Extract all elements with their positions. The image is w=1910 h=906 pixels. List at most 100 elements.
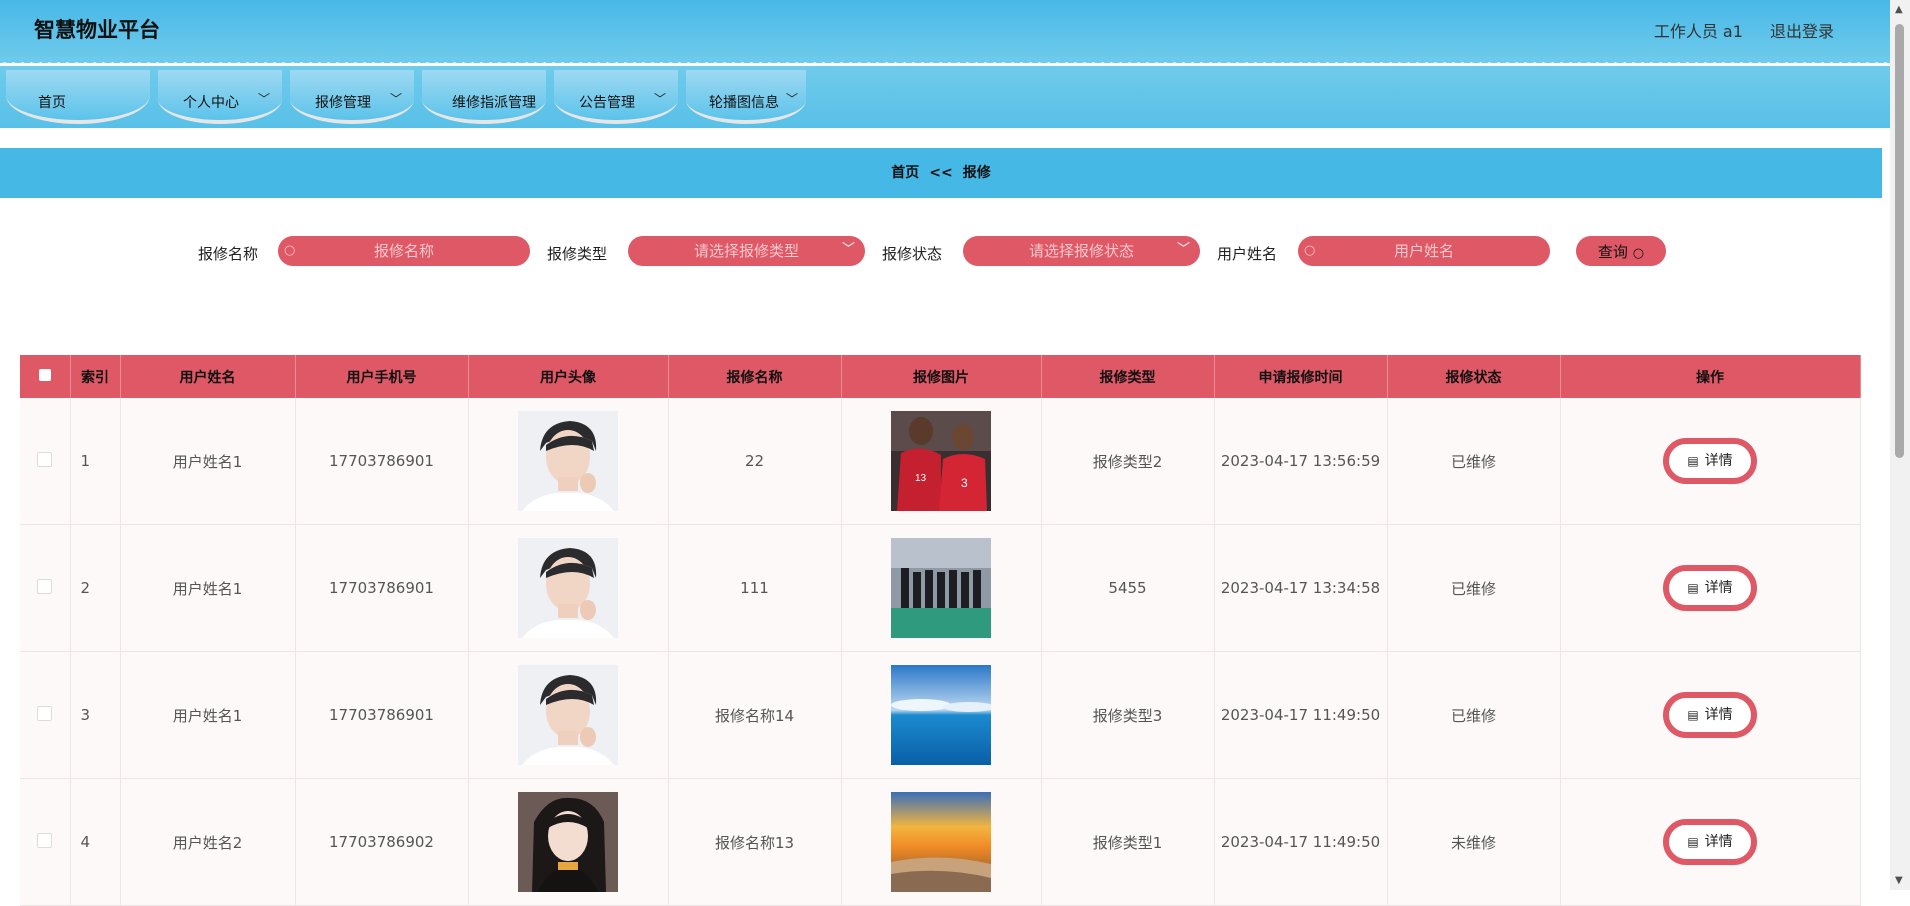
row-index: 2 [70,524,121,652]
svg-text:13: 13 [915,473,927,484]
row-index: 3 [70,651,121,779]
row-checkbox[interactable] [20,651,71,779]
column-header: 用户手机号 [295,355,469,398]
logout-button[interactable]: 退出登录 [1770,22,1834,41]
search-icon: ○ [1632,246,1645,261]
nav-home[interactable]: 首页 [6,70,150,124]
nav-home-label: 首页 [38,95,66,111]
search-name-label: 报修名称 [198,245,259,263]
document-icon: ▤ [1687,708,1699,722]
avatar-cell [468,524,669,652]
search-status-select[interactable]: 请选择报修状态 ﹀ [963,236,1200,266]
chevron-down-icon: ﹀ [785,92,798,106]
nav-notice[interactable]: 公告管理 ﹀ [554,70,678,124]
row-status: 已维修 [1387,398,1561,525]
avatar [518,538,618,638]
row-status: 已维修 [1387,524,1561,652]
row-checkbox[interactable] [20,778,71,906]
image-cell [841,524,1042,652]
search-type-placeholder: 请选择报修类型 [693,242,799,260]
select-all-checkbox[interactable] [20,355,71,398]
table-row: 3 用户姓名1 17703786901 报修名称14 报修类型3 2023-04… [20,651,1861,779]
nav-repair[interactable]: 报修管理 ﹀ [290,70,414,124]
detail-button[interactable]: ▤ 详情 [1663,819,1757,865]
user-info: 工作人员 a1 退出登录 [1632,18,1834,42]
column-header: 用户姓名 [120,355,296,398]
image-cell [841,778,1042,906]
row-type: 报修类型1 [1041,778,1215,906]
breadcrumb: 首页 << 报修 [0,148,1882,198]
query-label: 查询 [1597,243,1628,261]
action-cell: ▤ 详情 [1560,398,1861,525]
row-phone: 17703786902 [295,778,469,906]
nav-carousel[interactable]: 轮播图信息 ﹀ [686,70,806,124]
current-user: 工作人员 a1 [1653,22,1743,41]
row-status: 已维修 [1387,651,1561,779]
document-icon: ▤ [1687,454,1699,468]
row-phone: 17703786901 [295,398,469,525]
row-time: 2023-04-17 13:56:59 [1214,398,1388,525]
detail-button[interactable]: ▤ 详情 [1663,438,1757,484]
avatar-cell [468,778,669,906]
row-index: 4 [70,778,121,906]
row-checkbox[interactable] [20,524,71,652]
repair-image [891,538,991,638]
action-cell: ▤ 详情 [1560,651,1861,779]
search-name-input[interactable]: ○ 报修名称 [278,236,530,266]
row-type: 报修类型3 [1041,651,1215,779]
avatar-cell [468,651,669,779]
detail-button[interactable]: ▤ 详情 [1663,565,1757,611]
action-cell: ▤ 详情 [1560,524,1861,652]
row-name: 报修名称13 [668,778,842,906]
row-name: 111 [668,524,842,652]
row-type: 5455 [1041,524,1215,652]
nav-personal[interactable]: 个人中心 ﹀ [158,70,282,124]
breadcrumb-separator: << [929,165,953,181]
image-cell: 13 3 [841,398,1042,525]
document-icon: ▤ [1687,581,1699,595]
row-user: 用户姓名1 [120,398,296,525]
nav-dispatch-label: 维修指派管理 [452,95,536,111]
detail-label: 详情 [1704,834,1733,850]
top-header: 智慧物业平台 工作人员 a1 退出登录 [0,0,1890,63]
search-status-placeholder: 请选择报修状态 [1028,242,1134,260]
nav-dispatch[interactable]: 维修指派管理 [422,70,546,124]
row-user: 用户姓名2 [120,778,296,906]
table-header-row: 索引 用户姓名 用户手机号 用户头像 报修名称 报修图片 报修类型 申请报修时间… [20,355,1861,398]
detail-label: 详情 [1704,453,1733,469]
breadcrumb-home[interactable]: 首页 [891,165,919,181]
avatar [518,665,618,765]
avatar [518,411,618,511]
scroll-down-arrow-icon[interactable]: ▼ [1895,875,1903,886]
chevron-down-icon: ﹀ [1176,242,1190,257]
column-header: 用户头像 [468,355,669,398]
avatar [518,792,618,892]
row-type: 报修类型2 [1041,398,1215,525]
detail-button[interactable]: ▤ 详情 [1663,692,1757,738]
row-checkbox[interactable] [20,398,71,525]
column-header: 报修状态 [1387,355,1561,398]
avatar-cell [468,398,669,525]
scroll-thumb[interactable] [1895,24,1904,458]
detail-label: 详情 [1704,707,1733,723]
column-header: 申请报修时间 [1214,355,1388,398]
column-header: 操作 [1560,355,1861,398]
search-user-input[interactable]: ○ 用户姓名 [1298,236,1550,266]
chevron-down-icon: ﹀ [389,92,402,106]
column-header: 报修图片 [841,355,1042,398]
search-icon: ○ [284,243,296,258]
search-icon: ○ [1304,243,1316,258]
search-name-placeholder: 报修名称 [373,242,434,260]
table-row: 1 用户姓名1 17703786901 22 13 3 报修类型2 2023-0… [20,398,1861,525]
scroll-up-arrow-icon[interactable]: ▲ [1895,4,1903,15]
query-button[interactable]: 查询 ○ [1576,236,1666,266]
search-type-label: 报修类型 [547,245,608,263]
row-user: 用户姓名1 [120,524,296,652]
search-type-select[interactable]: 请选择报修类型 ﹀ [628,236,865,266]
column-header: 报修类型 [1041,355,1215,398]
row-phone: 17703786901 [295,651,469,779]
main-nav: 首页 个人中心 ﹀ 报修管理 ﹀ 维修指派管理 公告管理 ﹀ 轮播图信息 ﹀ [0,66,1890,128]
repair-table: 索引 用户姓名 用户手机号 用户头像 报修名称 报修图片 报修类型 申请报修时间… [20,355,1861,906]
row-user: 用户姓名1 [120,651,296,779]
vertical-scrollbar[interactable]: ▲ ▼ [1890,0,1910,890]
